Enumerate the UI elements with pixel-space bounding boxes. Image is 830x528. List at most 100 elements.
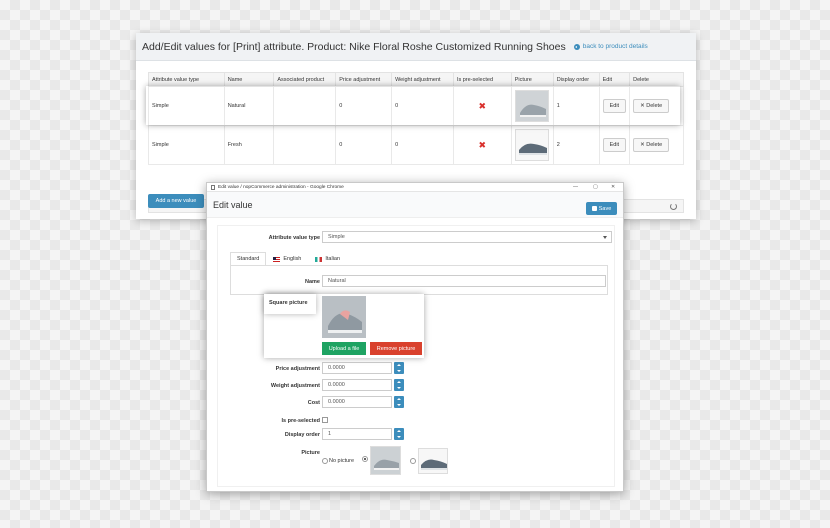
attribute-type-value: Simple — [328, 234, 345, 240]
cell-display-order: 2 — [552, 125, 600, 165]
window-title: Edit value / nopCommerce administration … — [218, 184, 344, 190]
display-order-value: 1 — [328, 431, 332, 437]
preselected-checkbox[interactable] — [322, 417, 328, 423]
floppy-icon — [591, 206, 597, 211]
cell-weight: 0 — [391, 86, 454, 126]
cost-value: 0.0000 — [328, 399, 345, 405]
tab-standard[interactable]: Standard — [230, 252, 267, 266]
back-to-product-link[interactable]: back to product details — [573, 43, 648, 50]
name-label: Name — [305, 279, 320, 285]
delete-button[interactable]: ✕ Delete — [633, 138, 670, 152]
weight-adjustment-label: Weight adjustment — [270, 383, 320, 389]
attribute-type-select[interactable]: Simple — [322, 231, 612, 243]
display-order-spinner[interactable] — [394, 428, 404, 440]
cost-label: Cost — [307, 400, 320, 406]
minimize-icon[interactable]: — — [573, 184, 578, 190]
panel-title: Add/Edit values for [Print] attribute. P… — [142, 40, 566, 53]
cell-name: Fresh — [223, 125, 275, 165]
back-arrow-icon — [573, 43, 580, 50]
square-picture-label: Square picture — [269, 300, 308, 306]
cell-type: Simple — [148, 125, 225, 165]
col-name[interactable]: Name — [223, 72, 275, 87]
chevron-down-icon — [603, 236, 607, 239]
col-associated-product[interactable]: Associated product — [273, 72, 337, 87]
cell-picture — [510, 86, 554, 126]
page-icon — [211, 184, 215, 190]
picture-option-1-radio[interactable] — [362, 456, 368, 462]
cross-icon: ✖ — [478, 100, 487, 111]
display-order-input[interactable]: 1 — [322, 428, 392, 440]
upload-file-button[interactable]: Upload a file — [322, 342, 366, 355]
display-order-label: Display order — [284, 432, 320, 438]
cell-display-order: 1 — [552, 86, 600, 126]
cell-price: 0 — [335, 86, 393, 126]
price-value: 0.0000 — [328, 365, 345, 371]
cell-price: 0 — [335, 125, 393, 165]
delete-label: Delete — [646, 142, 663, 148]
tab-english[interactable]: English — [266, 252, 308, 266]
delete-label: Delete — [646, 103, 663, 109]
cost-spinner[interactable] — [394, 396, 404, 408]
attribute-type-label: Attribute value type — [268, 235, 320, 241]
panel-header: Add/Edit values for [Print] attribute. P… — [136, 33, 696, 61]
language-tabs: Standard English Italian — [230, 252, 347, 266]
browser-title-bar: Edit value / nopCommerce administration … — [207, 183, 623, 192]
popup-header: Edit value — [207, 192, 623, 218]
col-attribute-value-type[interactable]: Attribute value type — [148, 72, 225, 87]
tab-standard-label: Standard — [237, 256, 260, 262]
col-is-preselected[interactable]: Is pre-selected — [452, 72, 512, 87]
back-link-label: back to product details — [582, 43, 648, 50]
col-edit: Edit — [598, 72, 631, 87]
cell-edit: Edit — [598, 125, 631, 165]
cell-weight: 0 — [391, 125, 454, 165]
cell-preselected: ✖ — [452, 125, 512, 165]
weight-adjustment-input[interactable]: 0.0000 — [322, 379, 392, 391]
cell-edit: Edit — [598, 86, 631, 126]
tab-italian[interactable]: Italian — [308, 252, 347, 266]
italy-flag-icon — [315, 256, 323, 262]
cell-delete: ✕ Delete — [629, 125, 684, 165]
us-flag-icon — [273, 256, 281, 262]
values-table: Attribute value type Name Associated pro… — [148, 72, 684, 165]
picture-option-2-radio[interactable] — [410, 458, 416, 464]
tab-italian-label: Italian — [325, 256, 341, 262]
col-display-order[interactable]: Display order — [552, 72, 600, 87]
cell-picture — [510, 125, 554, 165]
price-adjustment-input[interactable]: 0.0000 — [322, 362, 392, 374]
delete-button[interactable]: ✕ Delete — [633, 99, 670, 113]
weight-spinner[interactable] — [394, 379, 404, 391]
remove-picture-button[interactable]: Remove picture — [370, 342, 422, 355]
cell-name: Natural — [223, 86, 275, 126]
close-icon[interactable]: ✕ — [611, 184, 615, 190]
shoe-thumbnail — [514, 90, 549, 122]
col-picture[interactable]: Picture — [510, 72, 554, 87]
col-weight-adjustment[interactable]: Weight adjustment — [391, 72, 454, 87]
cell-associated — [273, 125, 337, 165]
col-delete: Delete — [629, 72, 684, 87]
name-input[interactable]: Natural — [322, 275, 606, 287]
picture-option-2[interactable] — [418, 448, 448, 474]
square-picture-label-card: Square picture — [264, 294, 316, 314]
tab-english-label: English — [283, 256, 302, 262]
picture-option-1[interactable] — [370, 446, 401, 475]
add-new-value-button[interactable]: Add a new value — [148, 194, 204, 208]
col-price-adjustment[interactable]: Price adjustment — [335, 72, 393, 87]
table-row: Simple Natural 0 0 ✖ 1 Edit ✕ Delete — [148, 86, 684, 126]
save-button[interactable]: Save — [586, 202, 617, 215]
refresh-icon[interactable] — [670, 203, 677, 210]
no-picture-radio[interactable] — [322, 458, 328, 464]
price-spinner[interactable] — [394, 362, 404, 374]
edit-button[interactable]: Edit — [602, 138, 627, 152]
square-picture-image — [322, 296, 366, 338]
cross-icon: ✖ — [478, 139, 487, 150]
cell-delete: ✕ Delete — [629, 86, 684, 126]
no-picture-label: No picture — [329, 458, 355, 464]
edit-button[interactable]: Edit — [602, 99, 627, 113]
name-value: Natural — [328, 278, 346, 284]
maximize-icon[interactable]: ▢ — [593, 184, 598, 190]
cell-preselected: ✖ — [452, 86, 512, 126]
page-title: Edit value — [213, 199, 253, 210]
price-adjustment-label: Price adjustment — [275, 366, 320, 372]
table-row: Simple Fresh 0 0 ✖ 2 Edit ✕ Delete — [148, 125, 684, 165]
cost-input[interactable]: 0.0000 — [322, 396, 392, 408]
